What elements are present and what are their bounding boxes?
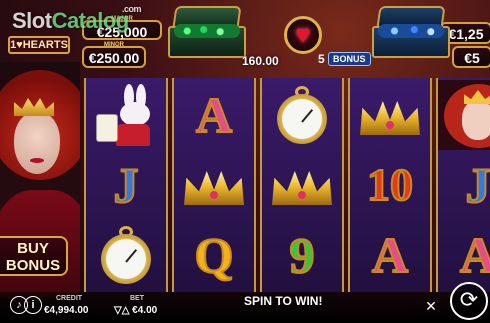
reel-cell: 9 [262, 220, 342, 290]
reel-cell [262, 80, 342, 150]
jackpot-right-bottom: €5 [452, 46, 490, 68]
bet-arrows-icon[interactable]: ▽△ [114, 305, 129, 316]
reel-cell [438, 80, 490, 150]
symbol-j: J [113, 157, 140, 213]
symbol-a: A [371, 227, 409, 283]
watermark: SlotCatalog .com [12, 4, 142, 33]
symbol-q: Q [194, 227, 235, 283]
reel-cell: A [438, 220, 490, 290]
buy-bonus-button[interactable]: BUY BONUS [0, 236, 68, 276]
symbol-j: J [465, 157, 490, 213]
emblem-right-number: 5 [318, 52, 325, 66]
spin-message: SPIN TO WIN! [244, 294, 323, 308]
reel-cell [86, 80, 166, 150]
close-icon[interactable]: ✕ [424, 298, 438, 314]
reel-1: J [84, 78, 168, 292]
reel-cell: 10 [350, 150, 430, 220]
jackpot-minor-value: €250.00 [88, 50, 140, 66]
reel-grid: J AQ 9 10 A JA [84, 78, 490, 292]
reel-cell: A [174, 80, 254, 150]
reel-cell: J [86, 150, 166, 220]
bet-value: €4.00 [132, 305, 158, 316]
queen-icon [438, 80, 490, 150]
pocket-watch-icon [273, 86, 331, 144]
credit-label: CREDIT [56, 295, 83, 302]
game-scene: SlotCatalog .com 1♥HEARTS MAJOR €25,000 … [0, 0, 490, 323]
reel-cell [262, 150, 342, 220]
reel-cell [350, 80, 430, 150]
jackpot-minor: MINOR €250.00 [82, 42, 146, 68]
crown-icon [360, 93, 420, 137]
symbol-a: A [459, 227, 490, 283]
blue-gem-chest [372, 6, 450, 60]
crown-icon [184, 163, 244, 207]
emblem-left-number: 160.00 [242, 54, 279, 68]
symbol-a: A [195, 87, 233, 143]
symbol-9: 9 [289, 227, 316, 283]
bonus-tag: BONUS [328, 52, 371, 66]
bet-label: BET [130, 295, 144, 302]
bet-control[interactable]: ▽△ €4.00 [114, 305, 157, 316]
reel-cell [174, 150, 254, 220]
spin-button[interactable]: ⟳ [450, 282, 488, 320]
reel-cell: J [438, 150, 490, 220]
crown-icon [272, 163, 332, 207]
symbol-10: 10 [366, 159, 414, 210]
reel-3: 9 [260, 78, 344, 292]
credit-value: €4,994.00 [44, 305, 89, 316]
pocket-watch-icon [97, 226, 155, 284]
heart-icon: ♥ [295, 19, 311, 49]
reel-cell: Q [174, 220, 254, 290]
reel-5: JA [436, 78, 490, 292]
reel-cell [86, 220, 166, 290]
logo-subtitle: 1♥HEARTS [8, 36, 70, 54]
white-rabbit-icon [94, 84, 158, 146]
green-gem-chest [168, 6, 246, 60]
reel-cell: A [350, 220, 430, 290]
reel-2: AQ [172, 78, 256, 292]
info-icon[interactable]: i [24, 296, 42, 314]
reel-4: 10 A [348, 78, 432, 292]
